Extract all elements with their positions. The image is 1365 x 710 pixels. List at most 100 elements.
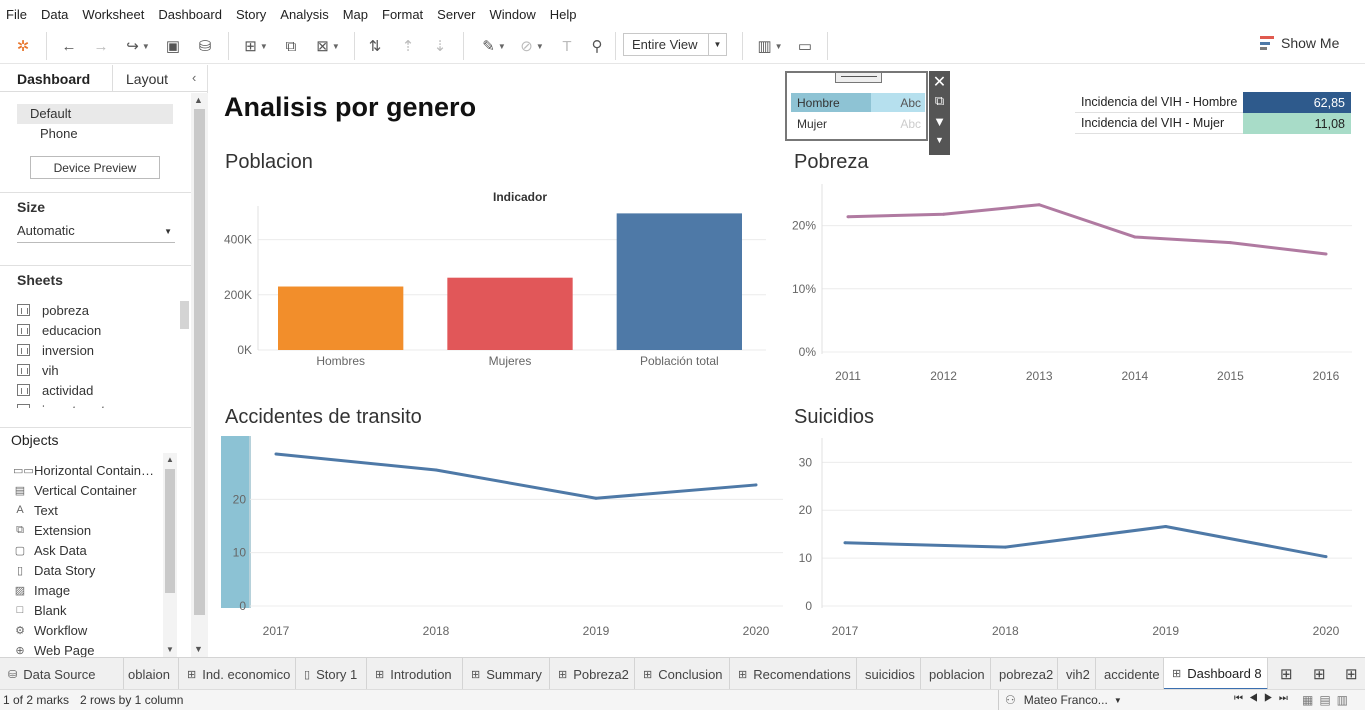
scrollbar-thumb[interactable] (165, 469, 175, 593)
filter-item-mujer[interactable]: Mujer Abc (791, 114, 925, 133)
scroll-down-icon[interactable]: ▼ (194, 644, 203, 654)
object-workflow[interactable]: ⚙ Workflow (13, 621, 87, 639)
vih-table[interactable]: Incidencia del VIH - Hombre 62,85 Incide… (1075, 92, 1351, 135)
show-me-button[interactable]: Show Me (1260, 35, 1339, 51)
presentation-mode-icon[interactable]: ▭ (794, 34, 816, 58)
show-cards-icon[interactable]: ▥ ▼ (752, 34, 788, 58)
menu-help[interactable]: Help (550, 7, 577, 22)
new-dashboard-icon[interactable]: ⊞ (1305, 658, 1333, 690)
filter-item-hombre[interactable]: Hombre Abc (791, 93, 925, 112)
tab-sheet[interactable]: accidente (1096, 658, 1164, 690)
menu-analysis[interactable]: Analysis (280, 7, 328, 22)
sheet-item[interactable]: pobreza (17, 301, 89, 319)
left-panel-scrollbar[interactable]: ▲ ▼ (191, 93, 208, 657)
object-vertical-container[interactable]: ▤ Vertical Container (13, 481, 137, 499)
scroll-down-icon[interactable]: ▼ (166, 645, 174, 654)
new-data-source-icon[interactable]: ⛁ (194, 34, 216, 58)
sheet-item[interactable]: actividad (17, 381, 93, 399)
menu-file[interactable]: File (6, 7, 27, 22)
menu-window[interactable]: Window (489, 7, 535, 22)
tab-dashboard[interactable]: Dashboard (17, 71, 90, 87)
gender-filter[interactable]: Hombre Abc Mujer Abc (785, 71, 928, 141)
sheet-item[interactable]: investment (17, 401, 105, 408)
tab-dashboard-active[interactable]: ⊞ Dashboard 8 (1164, 658, 1268, 690)
user-menu[interactable]: ⚇ Mateo Franco... ▼ (998, 690, 1124, 710)
show-mark-labels-icon[interactable]: T (556, 34, 578, 58)
open-external-icon[interactable]: ⧉ (929, 93, 950, 109)
object-horizontal-container[interactable]: ▭▭ Horizontal Contain… (13, 461, 154, 479)
object-extension[interactable]: ⧉ Extension (13, 521, 91, 539)
device-option-default[interactable]: Default (17, 104, 173, 124)
show-me-label: Show Me (1281, 35, 1340, 51)
new-worksheet-icon[interactable]: ⊞ (1272, 658, 1300, 690)
undo-icon[interactable]: ← (58, 34, 80, 58)
scroll-up-icon[interactable]: ▲ (166, 455, 174, 464)
save-icon[interactable]: ▣ (162, 34, 184, 58)
tab-sheet[interactable]: suicidios (857, 658, 921, 690)
sort-descending-icon[interactable]: ⇣ (429, 34, 451, 58)
menu-worksheet[interactable]: Worksheet (82, 7, 144, 22)
scrollbar-thumb[interactable] (194, 109, 205, 615)
sort-ascending-icon[interactable]: ⇡ (397, 34, 419, 58)
sheet-item[interactable]: inversion (17, 341, 94, 359)
collapse-panel-icon[interactable]: ‹ (192, 70, 196, 85)
menu-server[interactable]: Server (437, 7, 475, 22)
tab-story[interactable]: ▯ Story 1 (296, 658, 367, 690)
tab-data-source[interactable]: ⛁ Data Source (0, 658, 124, 690)
tab-sheet[interactable]: poblacion (921, 658, 991, 690)
menu-map[interactable]: Map (343, 7, 368, 22)
filter-icon[interactable]: ▼ (929, 114, 950, 129)
tab-dashboard[interactable]: ⊞ Summary (463, 658, 550, 690)
object-data-story[interactable]: ▯ Data Story (13, 561, 95, 579)
object-blank[interactable]: □ Blank (13, 601, 67, 619)
sheet-navigation[interactable]: ⏮◀▶⏭ (1234, 693, 1294, 704)
tab-layout[interactable]: Layout (126, 71, 168, 87)
replay-icon[interactable]: ↪ ▼ (120, 34, 156, 58)
clear-sheet-icon[interactable]: ⊠ ▼ (310, 34, 346, 58)
scroll-up-icon[interactable]: ▲ (194, 95, 203, 105)
tab-dashboard[interactable]: ⊞ Recomendations (730, 658, 857, 690)
view-mode-icons[interactable]: ▦▤▥ (1302, 693, 1354, 707)
worksheet-icon (17, 344, 30, 356)
object-text[interactable]: A Text (13, 501, 58, 519)
tab-dashboard[interactable]: ⊞ Ind. economico (179, 658, 296, 690)
poblacion-chart[interactable]: Indicador 0K 200K 400K Hombres Mujeres Poblaci… (218, 182, 780, 372)
x-tick-label: 2013 (1026, 369, 1053, 383)
device-option-phone[interactable]: Phone (17, 124, 173, 144)
accidentes-chart[interactable]: 0 10 20 2017 2018 2019 2020 (218, 436, 783, 646)
highlight-icon[interactable]: ✎ ▼ (476, 34, 512, 58)
group-members-icon[interactable]: ⊘ ▼ (514, 34, 550, 58)
new-story-icon[interactable]: ⊞ (1337, 658, 1365, 690)
size-dropdown[interactable]: Automatic ▼ (17, 223, 175, 243)
redo-icon[interactable]: → (90, 34, 112, 58)
fix-axes-icon[interactable]: ⚲ (586, 34, 608, 58)
menu-story[interactable]: Story (236, 7, 266, 22)
tab-dashboard[interactable]: ⊞ Introdution (367, 658, 463, 690)
device-preview-button[interactable]: Device Preview (30, 156, 160, 179)
pobreza-chart[interactable]: 0% 10% 20% 2011 2012 2013 2014 2015 2016 (786, 182, 1356, 392)
fit-dropdown[interactable]: Entire View ▼ (623, 33, 727, 56)
objects-scrollbar[interactable]: ▲ ▼ (163, 453, 177, 657)
tab-sheet[interactable]: vih2 (1058, 658, 1096, 690)
close-icon[interactable]: ✕ (929, 72, 950, 92)
tab-sheet[interactable]: pobreza2 (991, 658, 1058, 690)
tableau-logo-icon[interactable]: ✲ (12, 34, 34, 58)
new-worksheet-icon[interactable]: ⊞ ▼ (238, 34, 274, 58)
more-options-icon[interactable]: ▼ (929, 135, 950, 145)
drag-handle[interactable] (835, 73, 882, 83)
menu-data[interactable]: Data (41, 7, 68, 22)
sheet-item[interactable]: educacion (17, 321, 101, 339)
divider (0, 192, 191, 193)
menu-format[interactable]: Format (382, 7, 423, 22)
sheet-item[interactable]: vih (17, 361, 59, 379)
tab-sheet[interactable]: oblaion (124, 658, 179, 690)
tab-dashboard[interactable]: ⊞ Conclusion (635, 658, 730, 690)
object-ask-data[interactable]: ▢ Ask Data (13, 541, 87, 559)
suicidios-chart[interactable]: 0 10 20 30 2017 2018 2019 2020 (786, 436, 1356, 646)
duplicate-sheet-icon[interactable]: ⧉ (280, 34, 302, 58)
menu-dashboard[interactable]: Dashboard (158, 7, 222, 22)
swap-rows-columns-icon[interactable]: ⇅ (364, 34, 386, 58)
sheets-scrollbar[interactable] (180, 301, 189, 329)
object-image[interactable]: ▨ Image (13, 581, 70, 599)
tab-dashboard[interactable]: ⊞ Pobreza2 (550, 658, 635, 690)
